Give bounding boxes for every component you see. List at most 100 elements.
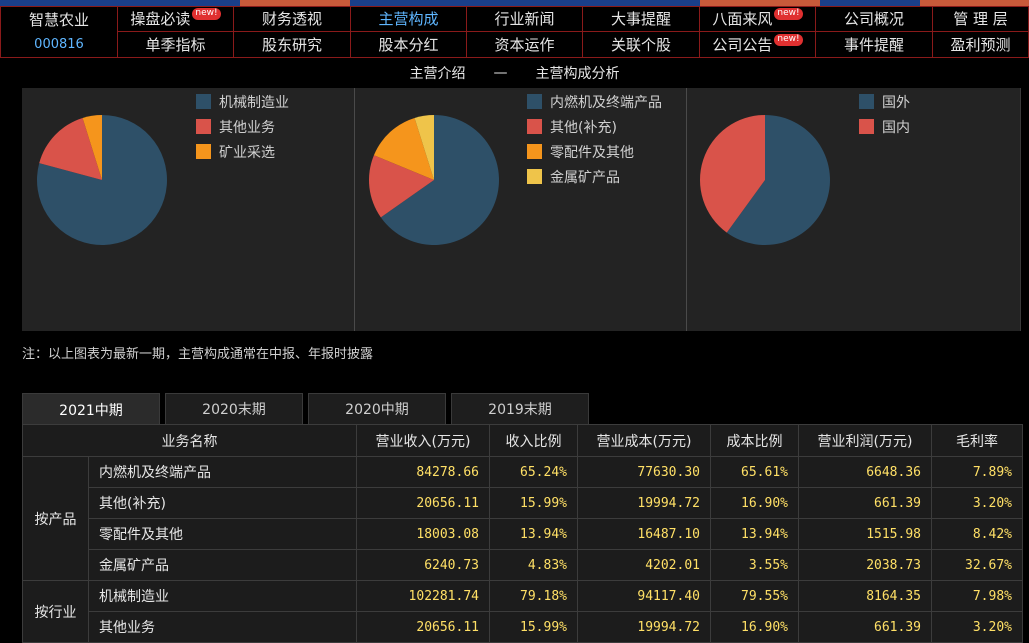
nav-item[interactable]: 主营构成 [351, 6, 467, 32]
nav-item-label: 公司公告 [712, 36, 773, 54]
nav-item[interactable]: 财务透视 [234, 6, 351, 32]
nav-item-label: 八面来风 [712, 10, 773, 28]
nav-item[interactable]: 大事提醒 [583, 6, 700, 32]
value-cell: 15.99% [489, 611, 578, 643]
value-cell: 16.90% [710, 611, 799, 643]
nav-item[interactable]: 股本分红 [351, 32, 467, 58]
legend-swatch [859, 94, 874, 109]
nav-item-label: 股本分红 [378, 36, 439, 54]
legend-item[interactable]: 其他(补充) [527, 114, 662, 139]
legend-swatch [196, 94, 211, 109]
period-tab[interactable]: 2020中期 [308, 393, 446, 424]
legend-item[interactable]: 国内 [859, 114, 910, 139]
legend-item[interactable]: 零配件及其他 [527, 139, 662, 164]
nav-item[interactable]: 股东研究 [234, 32, 351, 58]
new-badge: new! [774, 7, 803, 20]
legend-item[interactable]: 内燃机及终端产品 [527, 89, 662, 114]
header-cost: 营业成本(万元) [577, 424, 711, 457]
value-cell: 8164.35 [798, 580, 932, 612]
nav-item[interactable]: 操盘必读 new! [118, 6, 234, 32]
industry-pie-chart: 机械制造业其他业务矿业采选 [22, 88, 354, 331]
period-tab[interactable]: 2021中期 [22, 393, 160, 425]
nav-item-label: 公司概况 [843, 10, 904, 28]
legend-swatch [527, 94, 542, 109]
stock-code[interactable]: 000816 [0, 32, 118, 58]
header-revenue-ratio: 收入比例 [489, 424, 578, 457]
nav-item[interactable]: 八面来风 new! [700, 6, 816, 32]
new-badge: new! [192, 7, 221, 20]
business-name-cell: 零配件及其他 [88, 518, 357, 550]
chart-legend: 机械制造业其他业务矿业采选 [196, 89, 289, 164]
table-row: 其他业务 20656.11 15.99% 19994.72 16.90% 661.39 3.… [23, 611, 1023, 643]
value-cell: 13.94% [710, 518, 799, 550]
nav-item[interactable]: 公司公告 new! [700, 32, 816, 58]
legend-item[interactable]: 矿业采选 [196, 139, 289, 164]
value-cell: 6240.73 [356, 549, 490, 581]
legend-swatch [196, 119, 211, 134]
section-title: 主营介绍 — 主营构成分析 [0, 58, 1029, 88]
chart-legend: 内燃机及终端产品 其他(补充) 零配件及其他金属矿产品 [527, 89, 662, 189]
nav-item-label: 资本运作 [494, 36, 555, 54]
pie-svg [369, 115, 499, 245]
nav-item[interactable]: 单季指标 [118, 32, 234, 58]
section-analysis-title: 主营构成分析 [535, 66, 620, 82]
business-name-cell: 金属矿产品 [88, 549, 357, 581]
nav-item[interactable]: 行业新闻 [467, 6, 583, 32]
value-cell: 2038.73 [798, 549, 932, 581]
nav-item[interactable]: 管 理 层 [933, 6, 1029, 32]
value-cell: 20656.11 [356, 487, 490, 519]
value-cell: 84278.66 [356, 456, 490, 488]
stock-name[interactable]: 智慧农业 [0, 6, 118, 32]
table-body: 按产品 内燃机及终端产品 84278.66 65.24% 77630.30 65.61% 6… [22, 456, 1023, 643]
nav-item-label: 股东研究 [261, 36, 322, 54]
nav-item[interactable]: 关联个股 [583, 32, 700, 58]
value-cell: 19994.72 [577, 611, 711, 643]
legend-label: 矿业采选 [219, 144, 275, 161]
nav-item[interactable]: 事件提醒 [816, 32, 933, 58]
value-cell: 15.99% [489, 487, 578, 519]
value-cell: 20656.11 [356, 611, 490, 643]
pie-svg [36, 115, 167, 246]
row-group-label: 按行业 [22, 580, 89, 643]
business-name-cell: 内燃机及终端产品 [88, 456, 357, 488]
nav-item[interactable]: 公司概况 [816, 6, 933, 32]
value-cell: 79.18% [489, 580, 578, 612]
nav-item-label: 操盘必读 [130, 10, 191, 28]
legend-swatch [527, 169, 542, 184]
table-header-row: 业务名称 营业收入(万元) 收入比例 营业成本(万元) 成本比例 营业利润(万元… [22, 424, 1023, 457]
top-navigation: 智慧农业 000816 操盘必读 new! 财务透视 主营构成 行业新闻 大事提醒 八面来风… [0, 6, 1029, 58]
legend-swatch [859, 119, 874, 134]
nav-item-label: 关联个股 [610, 36, 671, 54]
nav-item-label: 事件提醒 [843, 36, 904, 54]
period-tab[interactable]: 2019末期 [451, 393, 589, 424]
nav-item-label: 管 理 层 [953, 10, 1008, 28]
value-cell: 661.39 [798, 611, 932, 643]
legend-item[interactable]: 其他业务 [196, 114, 289, 139]
value-cell: 16487.10 [577, 518, 711, 550]
nav-item-label: 行业新闻 [494, 10, 555, 28]
legend-label: 其他业务 [219, 119, 275, 136]
legend-swatch [527, 119, 542, 134]
nav-item[interactable]: 盈利预测 [933, 32, 1029, 58]
legend-label: 国外 [882, 94, 910, 111]
header-revenue: 营业收入(万元) [356, 424, 490, 457]
revenue-breakdown-table: 业务名称 营业收入(万元) 收入比例 营业成本(万元) 成本比例 营业利润(万元… [22, 424, 1023, 643]
period-tab[interactable]: 2020末期 [165, 393, 303, 424]
legend-label: 国内 [882, 119, 910, 136]
value-cell: 7.98% [931, 580, 1023, 612]
business-name-cell: 其他(补充) [88, 487, 357, 519]
value-cell: 65.24% [489, 456, 578, 488]
nav-item[interactable]: 资本运作 [467, 32, 583, 58]
legend-item[interactable]: 金属矿产品 [527, 164, 662, 189]
legend-label: 机械制造业 [219, 94, 289, 111]
legend-label: 金属矿产品 [550, 169, 620, 186]
section-intro-link[interactable]: 主营介绍 [410, 63, 466, 83]
legend-swatch [196, 144, 211, 159]
legend-item[interactable]: 国外 [859, 89, 910, 114]
value-cell: 6648.36 [798, 456, 932, 488]
nav-item-label: 主营构成 [378, 10, 439, 28]
business-name-cell: 其他业务 [88, 611, 357, 643]
value-cell: 3.20% [931, 611, 1023, 643]
value-cell: 661.39 [798, 487, 932, 519]
legend-item[interactable]: 机械制造业 [196, 89, 289, 114]
